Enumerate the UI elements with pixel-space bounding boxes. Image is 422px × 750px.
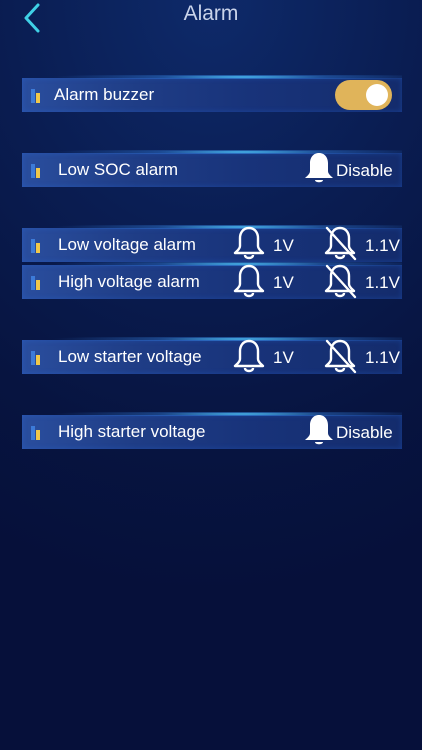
alarm-buzzer-label: Alarm buzzer xyxy=(54,85,155,104)
high-voltage-alarm-label: High voltage alarm xyxy=(58,272,200,291)
bell-outline-icon[interactable] xyxy=(232,263,266,299)
header: Alarm xyxy=(0,0,422,40)
low-voltage-silent-value: 1.1V xyxy=(365,236,400,255)
low-starter-voltage-label: Low starter voltage xyxy=(58,347,202,366)
high-starter-status: Disable xyxy=(336,423,393,442)
low-starter-alarm-value: 1V xyxy=(273,348,294,367)
alarm-buzzer-toggle[interactable] xyxy=(335,80,392,110)
high-voltage-alarm-value: 1V xyxy=(273,273,294,292)
row-marker-icon xyxy=(31,351,43,365)
low-soc-status: Disable xyxy=(336,161,393,180)
row-marker-icon xyxy=(31,276,43,290)
row-marker-icon xyxy=(31,426,43,440)
high-starter-voltage-label: High starter voltage xyxy=(58,422,206,441)
low-starter-voltage-row: Low starter voltage 1V 1.1V xyxy=(22,337,402,374)
high-voltage-alarm-row: High voltage alarm 1V 1.1V xyxy=(22,262,402,299)
bell-icon[interactable] xyxy=(303,151,335,185)
row-marker-icon xyxy=(31,89,43,103)
page-title: Alarm xyxy=(183,2,239,25)
high-starter-voltage-row: High starter voltage Disable xyxy=(22,412,402,449)
row-marker-icon xyxy=(31,239,43,253)
low-voltage-alarm-row: Low voltage alarm 1V 1.1V xyxy=(22,225,402,262)
low-starter-silent-value: 1.1V xyxy=(365,348,400,367)
toggle-knob xyxy=(366,84,388,106)
low-soc-alarm-label: Low SOC alarm xyxy=(58,160,178,179)
low-voltage-alarm-label: Low voltage alarm xyxy=(58,235,196,254)
low-voltage-alarm-value: 1V xyxy=(273,236,294,255)
row-marker-icon xyxy=(31,164,43,178)
alarm-buzzer-row: Alarm buzzer xyxy=(22,75,402,112)
low-soc-alarm-row: Low SOC alarm Disable xyxy=(22,150,402,187)
bell-off-icon[interactable] xyxy=(323,263,357,299)
bell-outline-icon[interactable] xyxy=(232,338,266,374)
bell-outline-icon[interactable] xyxy=(232,225,266,261)
bell-off-icon[interactable] xyxy=(323,225,357,261)
high-voltage-silent-value: 1.1V xyxy=(365,273,400,292)
bell-icon[interactable] xyxy=(303,413,335,447)
bell-off-icon[interactable] xyxy=(323,338,357,374)
